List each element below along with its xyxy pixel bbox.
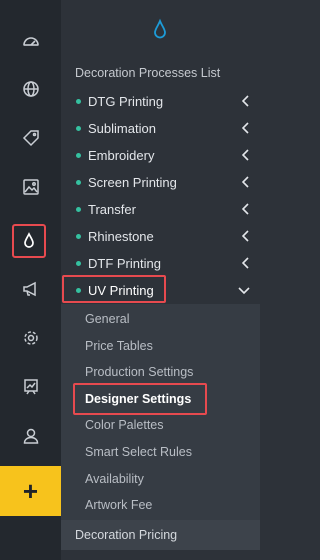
decoration-pricing-section[interactable]: Decoration Pricing (61, 520, 260, 550)
uv-printing-highlight (62, 275, 166, 303)
status-dot (76, 126, 81, 131)
process-label: DTG Printing (88, 94, 164, 109)
status-dot (76, 207, 81, 212)
images-button[interactable] (0, 162, 61, 212)
decoration-panel: Decoration Processes List DTG Printing S… (61, 0, 260, 560)
chevron-left-icon (242, 203, 249, 215)
droplet-icon (154, 18, 166, 39)
process-label: Screen Printing (88, 175, 177, 190)
chevron-left-icon (242, 257, 249, 269)
submenu-item-artwork-fee[interactable]: Artwork Fee (85, 498, 152, 512)
process-sublimation[interactable]: Sublimation (61, 115, 260, 142)
chevron-left-icon (242, 149, 249, 161)
designer-settings-highlight (73, 383, 207, 415)
tag-icon (22, 130, 39, 147)
chevron-left-icon (242, 122, 249, 134)
globe-button[interactable] (0, 64, 61, 114)
gear-icon (23, 331, 38, 345)
chevron-down-icon (238, 287, 250, 295)
image-icon (22, 179, 39, 195)
reports-button[interactable] (0, 362, 61, 412)
dashboard-gauge-icon (22, 37, 39, 46)
decoration-button[interactable] (12, 224, 46, 258)
status-dot (76, 261, 81, 266)
submenu-item-color-palettes[interactable]: Color Palettes (85, 418, 164, 432)
droplet-icon (24, 232, 34, 248)
submenu-item-smart-select-rules[interactable]: Smart Select Rules (85, 445, 192, 459)
icon-rail: + (0, 0, 61, 560)
status-dot (76, 99, 81, 104)
section-title: Decoration Processes List (75, 66, 221, 80)
presentation-chart-icon (23, 379, 38, 395)
marketing-button[interactable] (0, 264, 61, 314)
status-dot (76, 153, 81, 158)
chevron-left-icon (242, 95, 249, 107)
submenu-item-general[interactable]: General (85, 312, 129, 326)
process-label: Sublimation (88, 121, 156, 136)
process-rhinestone[interactable]: Rhinestone (61, 223, 260, 250)
process-transfer[interactable]: Transfer (61, 196, 260, 223)
section-label: Decoration Pricing (75, 528, 178, 542)
submenu-item-availability[interactable]: Availability (85, 472, 144, 486)
status-dot (76, 180, 81, 185)
tags-button[interactable] (0, 113, 61, 163)
process-screen-printing[interactable]: Screen Printing (61, 169, 260, 196)
settings-button[interactable] (0, 313, 61, 363)
process-dtf-printing[interactable]: DTF Printing (61, 250, 260, 277)
process-label: DTF Printing (88, 256, 161, 271)
process-embroidery[interactable]: Embroidery (61, 142, 260, 169)
account-button[interactable] (0, 411, 61, 461)
status-dot (76, 234, 81, 239)
user-icon (23, 428, 38, 444)
chevron-left-icon (242, 230, 249, 242)
submenu-item-production-settings[interactable]: Production Settings (85, 365, 193, 379)
add-button[interactable]: + (0, 466, 61, 516)
submenu-item-price-tables[interactable]: Price Tables (85, 339, 153, 353)
megaphone-icon (22, 281, 36, 297)
chevron-left-icon (242, 176, 249, 188)
process-label: Rhinestone (88, 229, 154, 244)
process-label: Embroidery (88, 148, 155, 163)
globe-icon (22, 81, 39, 97)
process-dtg-printing[interactable]: DTG Printing (61, 88, 260, 115)
process-label: Transfer (88, 202, 136, 217)
dashboard-button[interactable] (0, 16, 61, 66)
